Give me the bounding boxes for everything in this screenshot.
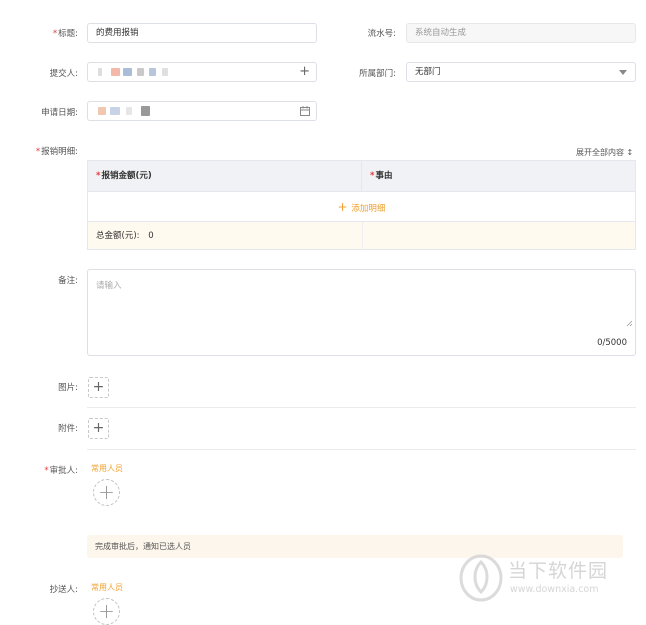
plus-icon: +	[92, 420, 105, 436]
watermark-logo-icon	[459, 554, 503, 602]
calendar-icon[interactable]	[300, 106, 310, 116]
approver-label: *审批人:	[44, 466, 78, 476]
total-value: 0	[148, 231, 154, 241]
add-detail-button[interactable]: + 添加明细	[88, 191, 635, 221]
department-label: 所属部门:	[359, 69, 396, 79]
submitter-avatar-blur	[98, 67, 102, 76]
apply-date-input[interactable]	[87, 101, 317, 121]
resize-handle-icon[interactable]	[626, 320, 633, 327]
remark-textarea[interactable]: 请输入 0/5000	[87, 269, 636, 356]
remark-label: 备注:	[58, 276, 78, 286]
details-table: *报销金额(元) *事由 + 添加明细 总金额(元): 0	[87, 160, 636, 250]
details-label: *报销明细:	[35, 147, 78, 157]
add-cc-button[interactable]: +	[93, 598, 120, 625]
apply-date-label: 申请日期:	[41, 108, 78, 118]
image-label: 图片:	[58, 383, 78, 393]
serial-label: 流水号:	[367, 29, 396, 39]
column-header-amount: *报销金额(元)	[88, 161, 362, 191]
serial-input: 系统自动生成	[406, 23, 636, 43]
watermark-brand: 当下软件园	[508, 560, 609, 582]
department-select[interactable]: 无部门	[406, 62, 636, 82]
title-input[interactable]: 的费用报销	[87, 23, 317, 43]
column-header-reason: *事由	[362, 161, 635, 191]
submitter-field[interactable]: +	[87, 62, 317, 82]
total-label: 总金额(元):	[96, 231, 140, 241]
add-submitter-icon[interactable]: +	[299, 63, 310, 81]
chevron-down-icon	[619, 70, 627, 75]
submitter-label: 提交人:	[49, 69, 78, 79]
plus-icon: +	[337, 200, 352, 214]
cc-label: 抄送人:	[49, 585, 78, 595]
add-approver-button[interactable]: +	[93, 479, 120, 506]
add-attachment-button[interactable]: +	[88, 418, 109, 439]
watermark: 当下软件园 www.downxia.com	[458, 552, 638, 608]
char-counter: 0/5000	[597, 338, 627, 348]
expand-all-link[interactable]: 展开全部内容 ↕	[576, 147, 633, 158]
total-row: 总金额(元): 0	[88, 221, 635, 250]
plus-icon: +	[98, 599, 115, 623]
plus-icon: +	[98, 480, 115, 504]
remark-placeholder: 请输入	[96, 281, 122, 291]
plus-icon: +	[92, 379, 105, 395]
approver-common-link[interactable]: 常用人员	[91, 463, 123, 474]
title-label: *标题:	[52, 29, 78, 39]
watermark-url: www.downxia.com	[510, 584, 599, 595]
cc-common-link[interactable]: 常用人员	[91, 582, 123, 593]
attachment-label: 附件:	[58, 424, 78, 434]
add-image-button[interactable]: +	[88, 377, 109, 398]
